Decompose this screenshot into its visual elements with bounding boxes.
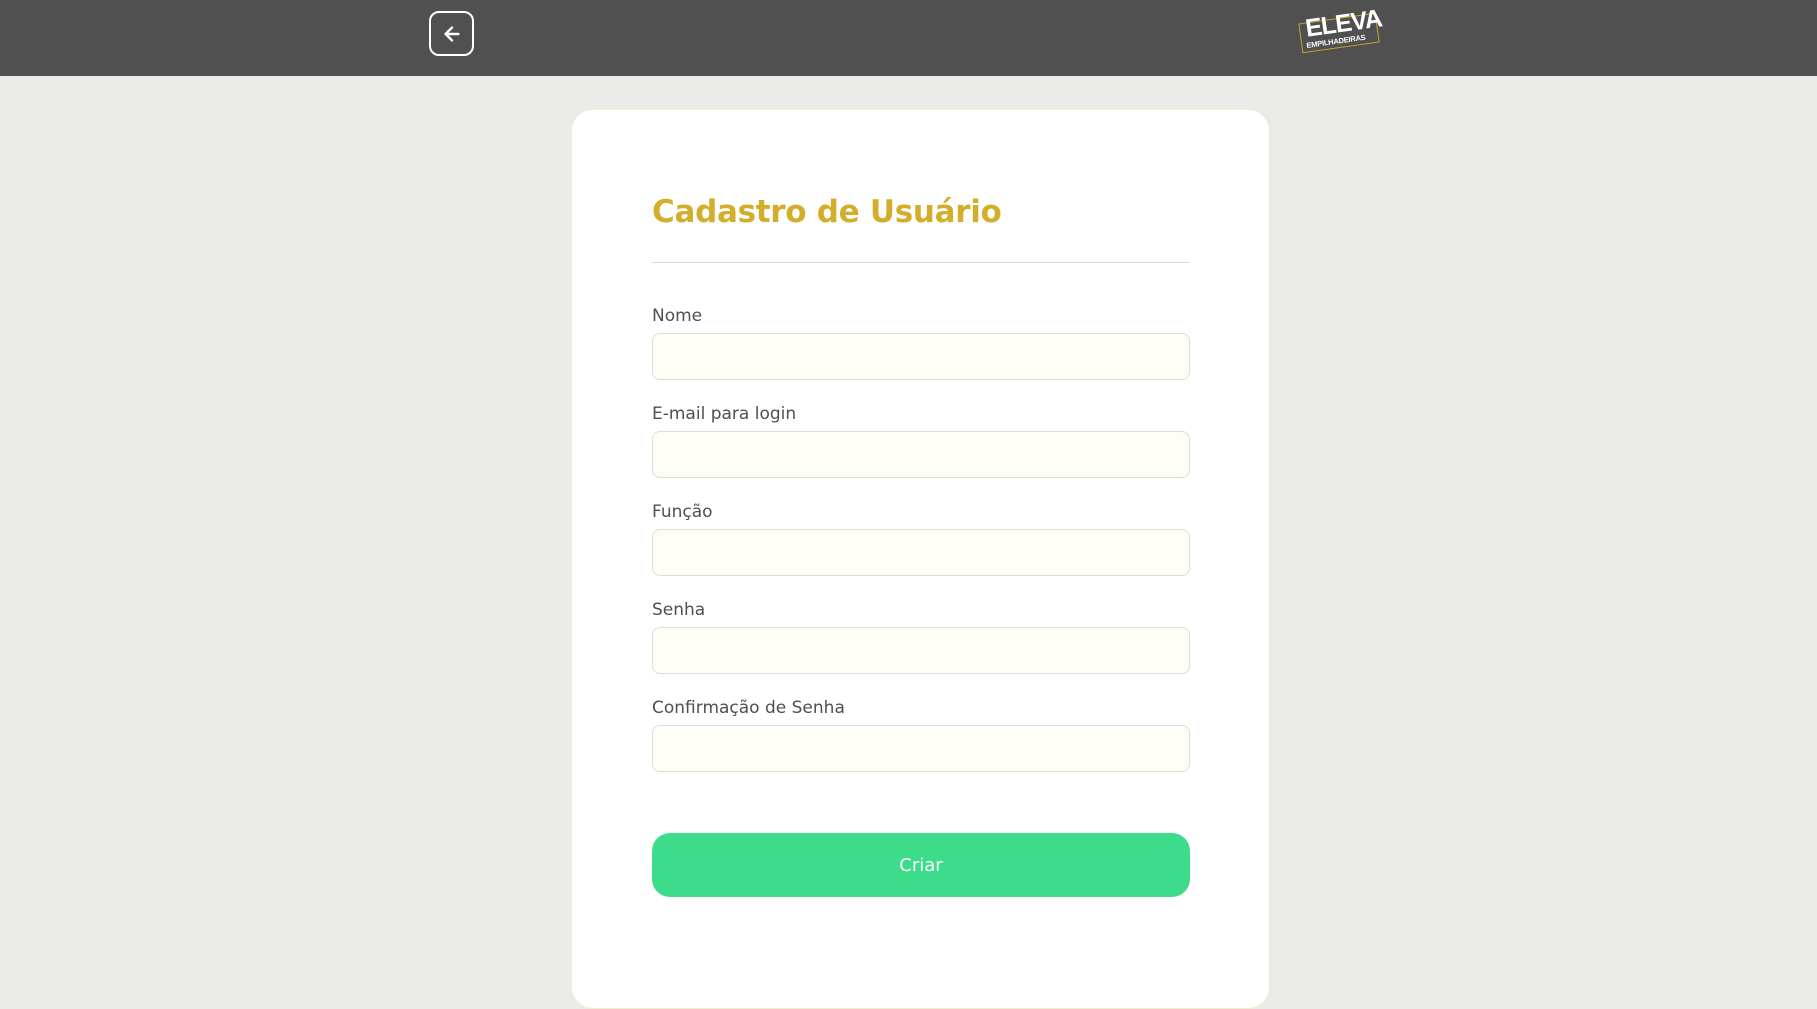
password-input[interactable] <box>652 627 1190 674</box>
title-divider <box>652 262 1190 263</box>
role-label: Função <box>652 502 713 522</box>
password-confirm-input[interactable] <box>652 725 1190 772</box>
create-button[interactable]: Criar <box>652 833 1190 897</box>
email-field-group: E-mail para login <box>652 403 1190 478</box>
arrow-left-icon <box>443 25 460 42</box>
password-label: Senha <box>652 600 706 620</box>
email-input[interactable] <box>652 431 1190 478</box>
user-registration-card: Cadastro de Usuário Nome E-mail para log… <box>571 109 1270 1009</box>
page-title: Cadastro de Usuário <box>652 194 1002 230</box>
password-confirm-label: Confirmação de Senha <box>652 698 845 718</box>
role-field-group: Função <box>652 501 1190 576</box>
back-button[interactable] <box>429 11 474 56</box>
name-input[interactable] <box>652 333 1190 380</box>
eleva-logo: ELEVA EMPILHADEIRAS <box>1296 4 1384 58</box>
password-confirm-field-group: Confirmação de Senha <box>652 697 1190 772</box>
password-field-group: Senha <box>652 599 1190 674</box>
top-navbar: ELEVA EMPILHADEIRAS <box>0 0 1817 76</box>
email-label: E-mail para login <box>652 404 797 424</box>
name-label: Nome <box>652 306 703 326</box>
name-field-group: Nome <box>652 305 1190 380</box>
role-input[interactable] <box>652 529 1190 576</box>
